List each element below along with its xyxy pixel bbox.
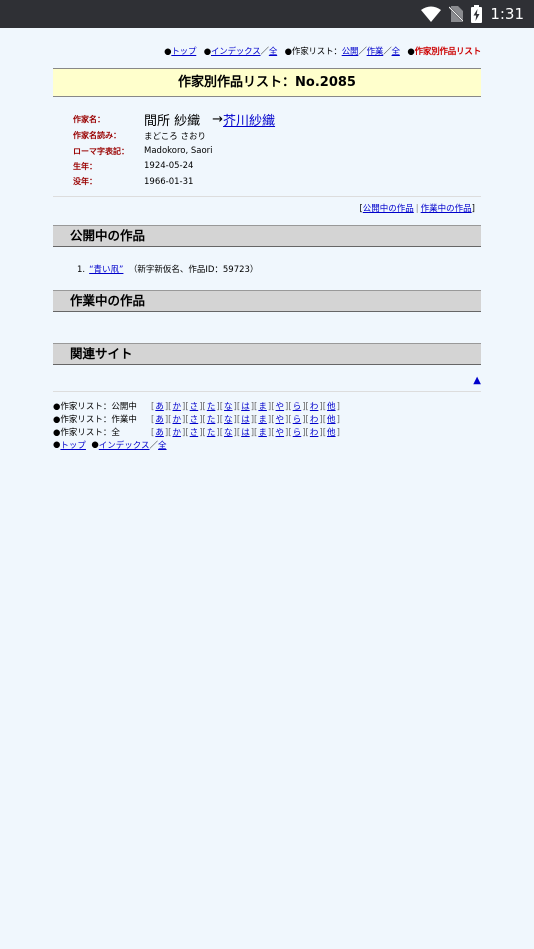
kana-link-7[interactable]: や [276,428,285,438]
kana-link-6[interactable]: ま [258,402,267,412]
author-roman: Madokoro, Saori [144,146,213,157]
top-navigation: ●トップ ●インデックス／全 ●作家リスト：公開／作業／全 ●作家別作品リスト [164,47,482,57]
divider [53,196,481,197]
author-name: 間所 紗織 [144,113,201,129]
kana-link-9[interactable]: わ [310,415,319,425]
footer-row-all: ●作家リスト：全 [あ][か][さ][た][な][は][ま][や][ら][わ][… [53,427,340,438]
status-bar: 1:31 [0,0,534,28]
kana-link-3[interactable]: た [207,428,216,438]
work-title-link[interactable]: “青い凧” [89,265,123,275]
kana-link-10[interactable]: 他 [327,402,336,412]
author-birth-label: 生年： [73,161,97,171]
kana-link-8[interactable]: ら [293,402,302,412]
kana-link-10[interactable]: 他 [327,428,336,438]
kana-index-public: [あ][か][さ][た][な][は][ま][や][ら][わ][他] [151,401,340,412]
author-roman-row: ローマ字表記： Madokoro, Saori [73,143,275,158]
status-icons: 1:31 [421,4,524,24]
author-info: 作家名： 間所 紗織 → 芥川紗織 作家名読み： まどころ さおり ローマ字表記：… [73,110,275,190]
kana-link-2[interactable]: さ [190,402,199,412]
nav-working-link[interactable]: 作業 [367,47,384,57]
anchor-public-works-link[interactable]: 公開中の作品 [363,204,414,214]
footer-index-link[interactable]: インデックス [99,439,150,451]
footer-row-working: ●作家リスト：作業中 [あ][か][さ][た][な][は][ま][や][ら][わ… [53,414,340,425]
author-death-row: 没年： 1966-01-31 [73,174,275,189]
kana-link-3[interactable]: た [207,415,216,425]
footer-navigation: ●作家リスト：公開中 [あ][か][さ][た][な][は][ま][や][ら][わ… [53,399,340,451]
section-anchors: [公開中の作品 | 作業中の作品] [359,204,475,214]
work-note: （新字新仮名、作品ID：59723） [128,265,259,275]
wifi-icon [421,6,442,22]
kana-link-0[interactable]: あ [155,428,164,438]
kana-link-7[interactable]: や [276,415,285,425]
kana-link-5[interactable]: は [241,415,250,425]
section-heading-related: 関連サイト [53,343,481,365]
section-heading-public: 公開中の作品 [53,225,481,247]
kana-index-working: [あ][か][さ][た][な][は][ま][や][ら][わ][他] [151,414,340,425]
kana-link-9[interactable]: わ [310,402,319,412]
battery-charging-icon [471,5,483,23]
kana-link-7[interactable]: や [276,402,285,412]
work-number: 1. [77,265,86,275]
author-reading-row: 作家名読み： まどころ さおり [73,128,275,143]
nav-index-all-link[interactable]: 全 [269,47,278,57]
author-reading-label: 作家名読み： [73,131,121,141]
nav-top-link[interactable]: トップ [171,47,196,57]
nav-author-list-label: 作家リスト： [291,47,342,57]
author-alias-link[interactable]: 芥川紗織 [223,110,275,129]
author-name-row: 作家名： 間所 紗織 → 芥川紗織 [73,110,275,129]
footer-bottom-links: ● トップ ● インデックス／全 [53,439,167,451]
no-sim-icon [449,6,464,22]
kana-link-4[interactable]: な [224,402,233,412]
kana-link-10[interactable]: 他 [327,415,336,425]
clock: 1:31 [490,5,524,23]
kana-link-4[interactable]: な [224,428,233,438]
author-death: 1966-01-31 [144,176,194,187]
kana-link-8[interactable]: ら [293,415,302,425]
author-roman-label: ローマ字表記： [73,146,129,156]
kana-link-1[interactable]: か [173,402,182,412]
divider [53,391,481,392]
footer-row-public: ●作家リスト：公開中 [あ][か][さ][た][な][は][ま][や][ら][わ… [53,401,340,412]
page-title: 作家別作品リスト：No.2085 [53,68,481,97]
nav-index-link[interactable]: インデックス [211,47,261,57]
alias-arrow: → [212,111,224,127]
author-name-label: 作家名： [73,114,105,124]
section-heading-working: 作業中の作品 [53,290,481,312]
nav-public-link[interactable]: 公開 [342,47,359,57]
kana-link-2[interactable]: さ [190,415,199,425]
nav-current-page: 作家別作品リスト [414,47,482,57]
kana-link-3[interactable]: た [207,402,216,412]
kana-index-all: [あ][か][さ][た][な][は][ま][や][ら][わ][他] [151,427,340,438]
author-reading: まどころ さおり [144,131,206,142]
kana-link-2[interactable]: さ [190,428,199,438]
anchor-working-works-link[interactable]: 作業中の作品 [421,204,472,214]
back-to-top-link[interactable]: ▲ [473,375,481,386]
kana-link-0[interactable]: あ [155,415,164,425]
kana-link-5[interactable]: は [241,402,250,412]
footer-top-link[interactable]: トップ [60,439,86,451]
kana-link-4[interactable]: な [224,415,233,425]
kana-link-5[interactable]: は [241,428,250,438]
author-birth: 1924-05-24 [144,161,194,172]
kana-link-6[interactable]: ま [258,415,267,425]
kana-link-0[interactable]: あ [155,402,164,412]
kana-link-8[interactable]: ら [293,428,302,438]
kana-link-1[interactable]: か [173,415,182,425]
author-birth-row: 生年： 1924-05-24 [73,159,275,174]
kana-link-9[interactable]: わ [310,428,319,438]
nav-all-link[interactable]: 全 [392,47,401,57]
author-death-label: 没年： [73,177,97,187]
kana-link-6[interactable]: ま [258,428,267,438]
footer-all-link[interactable]: 全 [158,439,167,451]
kana-link-1[interactable]: か [173,428,182,438]
work-list: 1. “青い凧” （新字新仮名、作品ID：59723） [77,263,258,275]
